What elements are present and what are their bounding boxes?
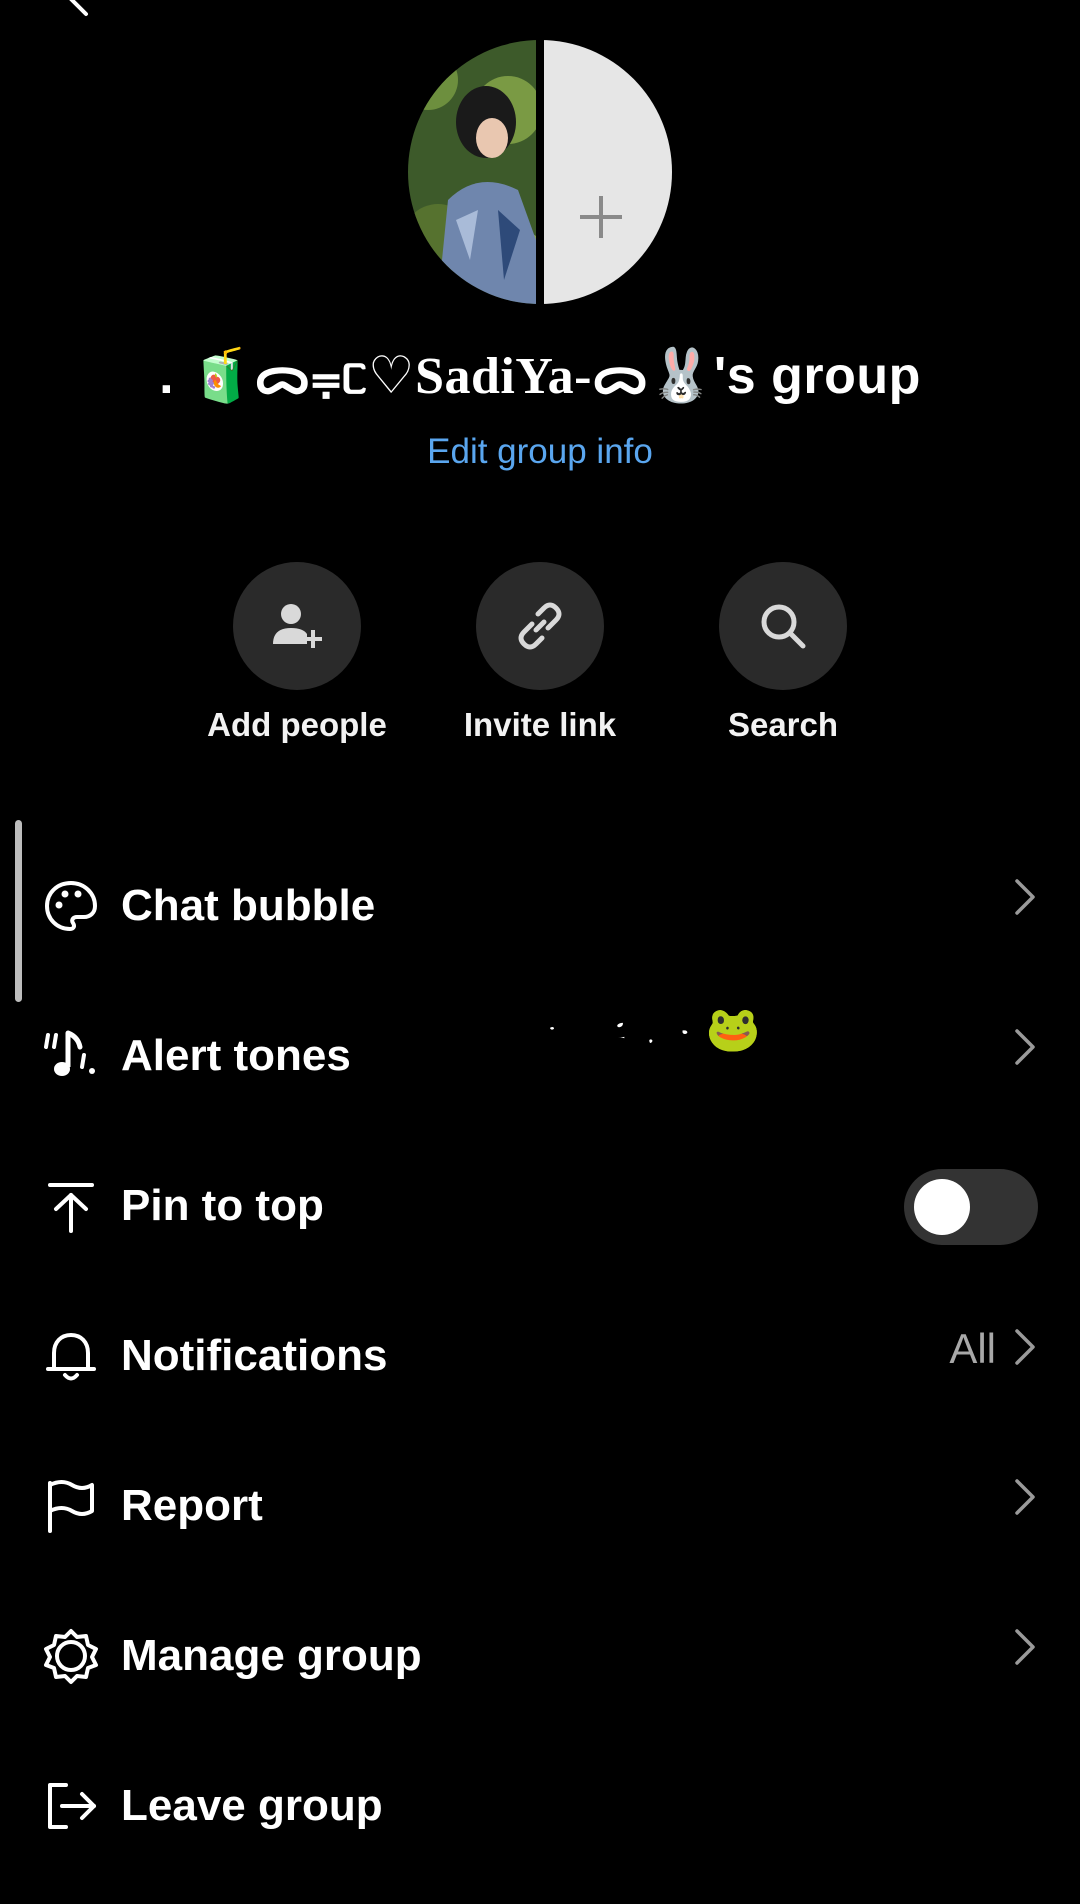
search-icon (761, 604, 806, 649)
pin-top-icon (48, 1183, 94, 1233)
add-people-label: Add people (207, 706, 387, 743)
quick-actions: Add people Invite link Search (0, 562, 1080, 752)
group-avatar[interactable] (408, 40, 672, 304)
menu-item-report[interactable]: Report (0, 1437, 1080, 1587)
invite-link-label: Invite link (463, 706, 617, 743)
menu-item-chat-bubble[interactable]: Chat bubble (0, 837, 1080, 987)
member-photo (408, 40, 548, 304)
edit-group-info-link[interactable]: Edit group info (0, 432, 1080, 472)
bell-icon (46, 1333, 96, 1381)
group-name: . 🧃ᯅ⩦ᥴ♡SadiYa-ᯅ🐰's group (159, 347, 921, 405)
chevron-left-icon (69, 0, 88, 16)
pin-to-top-toggle[interactable] (904, 1169, 1038, 1245)
link-icon (518, 602, 562, 650)
menu-item-notifications[interactable]: Notifications All (0, 1287, 1080, 1437)
gear-icon (44, 1629, 98, 1684)
plus-icon (580, 196, 622, 238)
add-photo-area[interactable] (544, 40, 672, 304)
add-people-button[interactable]: Add people (167, 562, 427, 744)
palette-icon (44, 880, 98, 932)
chevron-right-icon (1015, 1479, 1035, 1515)
music-note-icon (44, 1030, 95, 1076)
leave-icon (48, 1783, 96, 1829)
chevron-right-icon (1015, 879, 1035, 915)
menu-item-manage-group[interactable]: Manage group (0, 1587, 1080, 1737)
chevron-right-icon (1015, 1629, 1035, 1665)
overlay-caption: এড হবেন🐸 (535, 1004, 761, 1055)
toggle-knob (914, 1179, 970, 1235)
chevron-right-icon (1015, 1029, 1035, 1065)
invite-link-button[interactable]: Invite link (410, 562, 670, 744)
search-label: Search (727, 706, 839, 743)
add-person-icon (273, 604, 322, 648)
back-button[interactable] (58, 0, 98, 18)
menu-item-leave-group[interactable]: Leave group (0, 1737, 1080, 1887)
flag-icon (48, 1480, 94, 1533)
search-button[interactable]: Search (653, 562, 913, 744)
notifications-value: All (949, 1325, 996, 1372)
settings-menu: Chat bubble Alert tones Pin to top Notif… (0, 837, 1080, 1887)
chevron-right-icon (1015, 1329, 1035, 1365)
